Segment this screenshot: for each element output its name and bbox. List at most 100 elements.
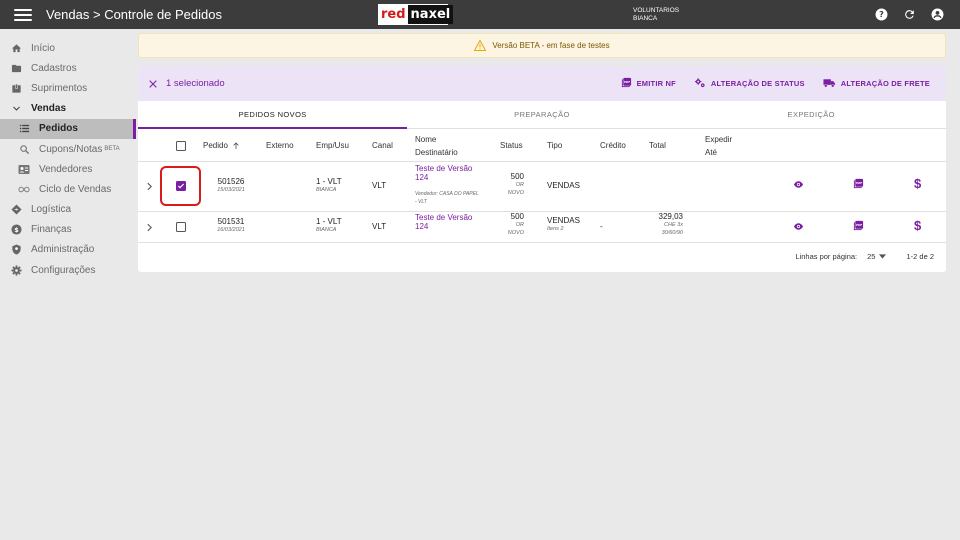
- tab-pedidos-novos[interactable]: PEDIDOS NOVOS: [138, 101, 408, 129]
- sidebar-item-logistica[interactable]: Logística: [0, 200, 136, 220]
- sidebar-item-financas[interactable]: $ Finanças: [0, 220, 136, 240]
- order-date: 15/03/2021: [217, 187, 245, 193]
- dollar-circle-icon: $: [10, 224, 22, 236]
- sidebar-item-inicio[interactable]: Início: [0, 38, 136, 58]
- tipo-value: VENDAS: [547, 181, 580, 190]
- arrow-up-icon: [232, 141, 240, 150]
- sidebar-item-vendas[interactable]: Vendas: [0, 99, 136, 119]
- user-org: VOLUNTARIOS: [633, 7, 680, 14]
- column-tipo[interactable]: Tipo: [547, 129, 562, 162]
- svg-text:?: ?: [879, 9, 884, 19]
- table-pagination: Linhas por página: 25 1-2 de 2: [138, 243, 946, 269]
- truck-icon: [823, 78, 836, 90]
- order-date: 16/03/2021: [217, 227, 245, 233]
- sidebar-item-administracao[interactable]: Administração: [0, 240, 136, 260]
- table-row[interactable]: 501531 16/03/2021 1 - VLT BIANCA VLT Tes…: [138, 212, 946, 243]
- usu-value: BIANCA: [316, 227, 337, 233]
- refresh-icon[interactable]: [902, 7, 916, 21]
- folder-icon: [10, 62, 22, 74]
- row-checkbox[interactable]: [176, 222, 186, 232]
- user-info[interactable]: VOLUNTARIOS BIANCA: [633, 7, 679, 23]
- table-row[interactable]: 501526 15/03/2021 1 - VLT BIANCA VLT Tes…: [138, 162, 946, 212]
- orders-card: 1 selecionado PDF EMITIR NF ALTERAÇÃO DE…: [138, 66, 946, 272]
- sidebar: Início Cadastros Suprimentos Vendas Pedi…: [0, 38, 136, 280]
- dollar-icon[interactable]: $: [914, 218, 921, 233]
- gears-icon: [694, 77, 706, 90]
- sidebar-item-pedidos[interactable]: Pedidos: [0, 118, 136, 140]
- sidebar-item-configuracoes[interactable]: Configurações: [0, 260, 136, 280]
- close-icon[interactable]: [148, 79, 158, 89]
- table-header: Pedido Externo Emp/Usu Canal Nome Destin…: [138, 129, 946, 162]
- rows-per-page-label: Linhas por página:: [795, 251, 858, 261]
- credito-value: -: [600, 222, 603, 231]
- alteracao-status-button[interactable]: ALTERAÇÃO DE STATUS: [694, 77, 805, 90]
- tipo-value: VENDAS: [547, 216, 580, 225]
- sidebar-item-cadastros[interactable]: Cadastros: [0, 58, 136, 78]
- warning-icon: [474, 40, 487, 51]
- order-name-link[interactable]: Teste de Versão 124: [415, 213, 487, 231]
- box-icon: [10, 82, 22, 94]
- menu-icon[interactable]: [14, 8, 32, 22]
- svg-text:$: $: [14, 226, 19, 234]
- rows-per-page-select[interactable]: 25: [867, 252, 887, 261]
- shield-icon: [10, 244, 22, 256]
- diamond-icon: [10, 204, 22, 216]
- alteracao-frete-button[interactable]: ALTERAÇÃO DE FRETE: [823, 78, 930, 90]
- column-emp-usu[interactable]: Emp/Usu: [316, 129, 349, 162]
- tab-preparacao[interactable]: PREPARAÇÃO: [407, 101, 676, 128]
- banner-text: Versão BETA - em fase de testes: [492, 41, 610, 50]
- column-canal[interactable]: Canal: [372, 129, 393, 162]
- svg-text:PDF: PDF: [856, 223, 862, 227]
- vendedor-text: Vendedor: CASA DO PAPEL - VLT: [415, 191, 479, 205]
- order-number: 501526: [217, 177, 245, 186]
- home-icon: [10, 42, 22, 54]
- column-nome-destinatario[interactable]: Nome Destinatário: [415, 129, 458, 162]
- pdf-icon[interactable]: PDF: [853, 220, 864, 231]
- svg-text:PDF: PDF: [856, 181, 862, 185]
- emitir-nf-button[interactable]: PDF EMITIR NF: [621, 77, 676, 90]
- expand-row-icon[interactable]: [146, 223, 153, 232]
- status-code: 500: [510, 212, 524, 221]
- tipo-items: Itens 2: [547, 226, 564, 232]
- column-status[interactable]: Status: [500, 129, 523, 162]
- page-title: Vendas > Controle de Pedidos: [46, 7, 222, 22]
- gear-icon: [10, 264, 22, 276]
- order-name-link[interactable]: Teste de Versão 124: [415, 164, 487, 182]
- sidebar-item-cupons-notas[interactable]: Cupons/Notas BETA: [0, 139, 136, 159]
- sidebar-item-ciclo-de-vendas[interactable]: Ciclo de Vendas: [0, 179, 136, 199]
- user-name: BIANCA: [633, 15, 658, 22]
- column-total[interactable]: Total: [649, 129, 666, 162]
- dropdown-arrow-icon: [879, 252, 887, 261]
- selection-toolbar: 1 selecionado PDF EMITIR NF ALTERAÇÃO DE…: [138, 66, 946, 101]
- status-tabs: PEDIDOS NOVOS PREPARAÇÃO EXPEDIÇÃO: [138, 101, 946, 129]
- column-externo[interactable]: Externo: [266, 129, 294, 162]
- total-value: 329,03: [658, 212, 683, 221]
- id-card-icon: [18, 163, 30, 175]
- tab-expedicao[interactable]: EXPEDIÇÃO: [677, 101, 946, 128]
- list-icon: [18, 123, 30, 135]
- account-icon[interactable]: [930, 7, 944, 21]
- sidebar-item-vendedores[interactable]: Vendedores: [0, 159, 136, 179]
- expand-row-icon[interactable]: [146, 182, 153, 191]
- svg-text:PDF: PDF: [624, 80, 630, 84]
- select-all-checkbox[interactable]: [176, 140, 186, 151]
- beta-banner: Versão BETA - em fase de testes: [138, 33, 946, 58]
- receipt-search-icon: [18, 143, 30, 155]
- emp-value: 1 - VLT: [316, 177, 342, 186]
- sidebar-item-suprimentos[interactable]: Suprimentos: [0, 78, 136, 98]
- pdf-icon[interactable]: PDF: [853, 178, 864, 189]
- selection-count: 1 selecionado: [166, 78, 225, 89]
- canal-value: VLT: [372, 181, 387, 190]
- view-icon[interactable]: [793, 222, 804, 231]
- help-icon[interactable]: ?: [874, 7, 888, 21]
- view-icon[interactable]: [793, 180, 804, 189]
- column-expedir-ate[interactable]: Expedir Até: [705, 129, 732, 162]
- row-checkbox[interactable]: [176, 181, 186, 191]
- pdf-icon: PDF: [621, 77, 632, 90]
- column-credito[interactable]: Crédito: [600, 129, 626, 162]
- canal-value: VLT: [372, 222, 387, 231]
- top-app-bar: Vendas > Controle de Pedidos red naxel VO…: [0, 0, 960, 29]
- order-number: 501531: [217, 217, 245, 226]
- column-pedido[interactable]: Pedido: [203, 129, 240, 162]
- dollar-icon[interactable]: $: [914, 176, 921, 191]
